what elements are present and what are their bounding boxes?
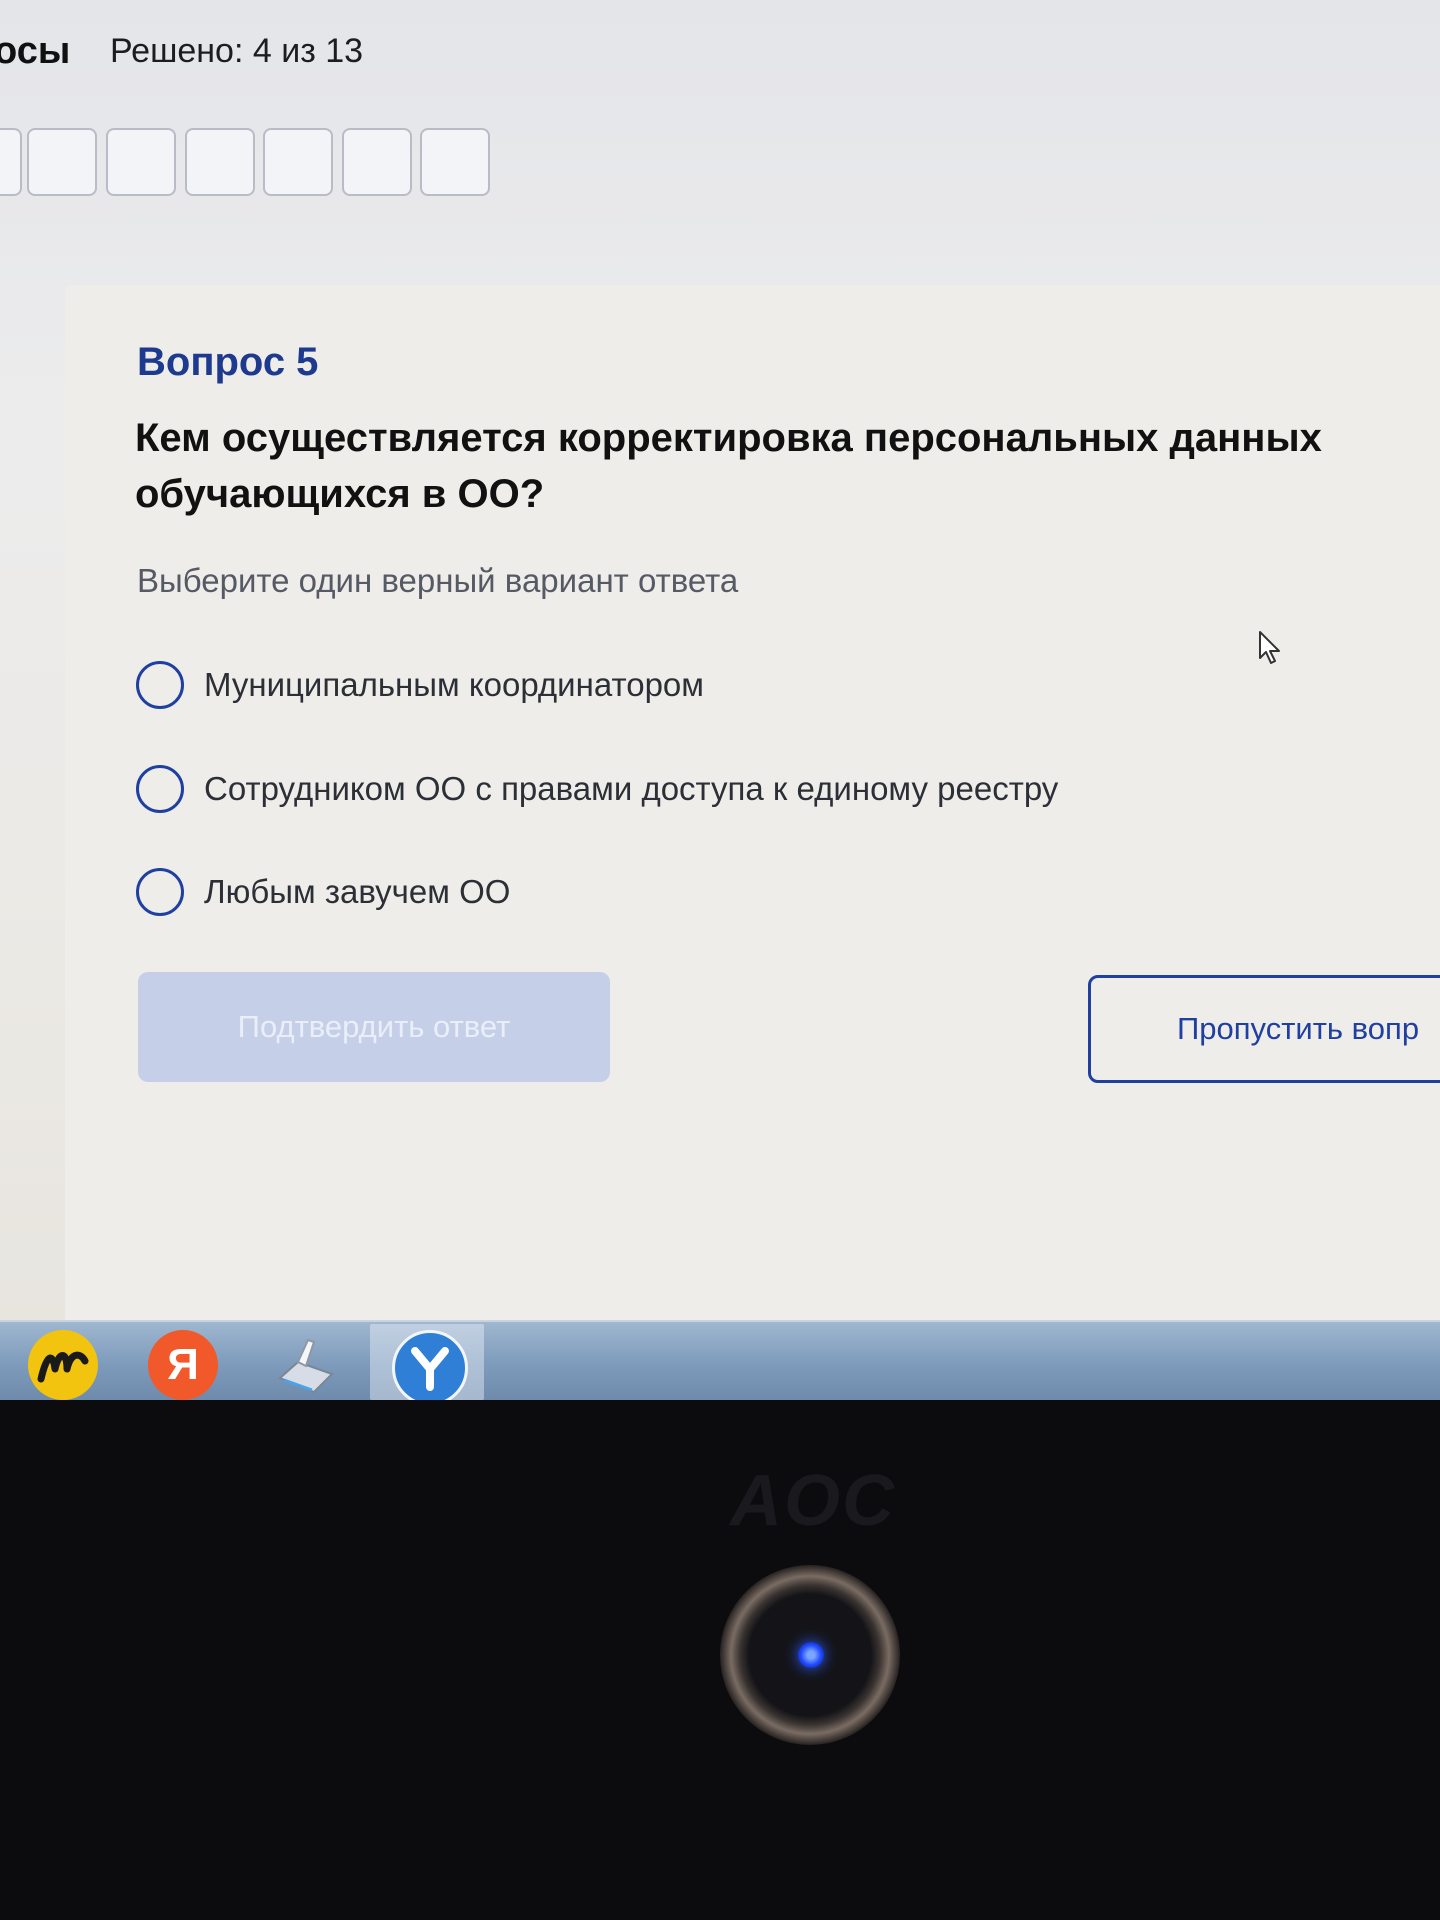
question-nav-box[interactable] xyxy=(185,128,255,196)
yandex-letter: Я xyxy=(167,1340,199,1389)
question-nav-box[interactable] xyxy=(342,128,412,196)
taskbar: Я xyxy=(0,1320,1440,1400)
mouse-cursor-icon xyxy=(1259,631,1280,664)
question-nav-box[interactable] xyxy=(420,128,490,196)
page-title-fragment: осы xyxy=(0,30,71,72)
monitor-brand-logo: AOC xyxy=(730,1461,896,1541)
question-text: Кем осуществляется корректировка персона… xyxy=(135,416,1322,516)
answer-option-label: Сотрудником ОО с правами доступа к едино… xyxy=(204,770,1059,807)
question-nav-box[interactable] xyxy=(263,128,333,196)
browser-viewport: осы Решено: 4 из 13 Вопрос 5 Кем осущест… xyxy=(0,0,1440,1400)
answer-option[interactable]: Любым завучем ОО xyxy=(136,864,510,920)
yandex-market-icon[interactable] xyxy=(28,1330,98,1400)
question-number: Вопрос 5 xyxy=(137,340,319,384)
radio-button[interactable] xyxy=(136,661,184,709)
question-nav-box[interactable] xyxy=(0,128,22,196)
yandex-icon[interactable]: Я xyxy=(148,1330,218,1400)
scanner-icon[interactable] xyxy=(270,1330,340,1400)
answer-instruction: Выберите один верный вариант ответа xyxy=(137,562,739,599)
question-nav-box[interactable] xyxy=(27,128,97,196)
confirm-answer-button[interactable]: Подтвердить ответ xyxy=(138,972,610,1082)
answer-option-label: Любым завучем ОО xyxy=(204,873,511,910)
answer-option[interactable]: Муниципальным координатором xyxy=(136,657,704,713)
skip-question-button[interactable]: Пропустить вопр xyxy=(1088,975,1440,1083)
radio-button[interactable] xyxy=(136,868,184,916)
question-nav-box[interactable] xyxy=(106,128,176,196)
power-led-icon xyxy=(798,1642,824,1668)
answer-option[interactable]: Сотрудником ОО с правами доступа к едино… xyxy=(136,761,1058,817)
radio-button[interactable] xyxy=(136,765,184,813)
yandex-browser-icon[interactable] xyxy=(392,1330,468,1400)
answer-option-label: Муниципальным координатором xyxy=(204,666,704,703)
progress-counter: Решено: 4 из 13 xyxy=(110,32,364,70)
